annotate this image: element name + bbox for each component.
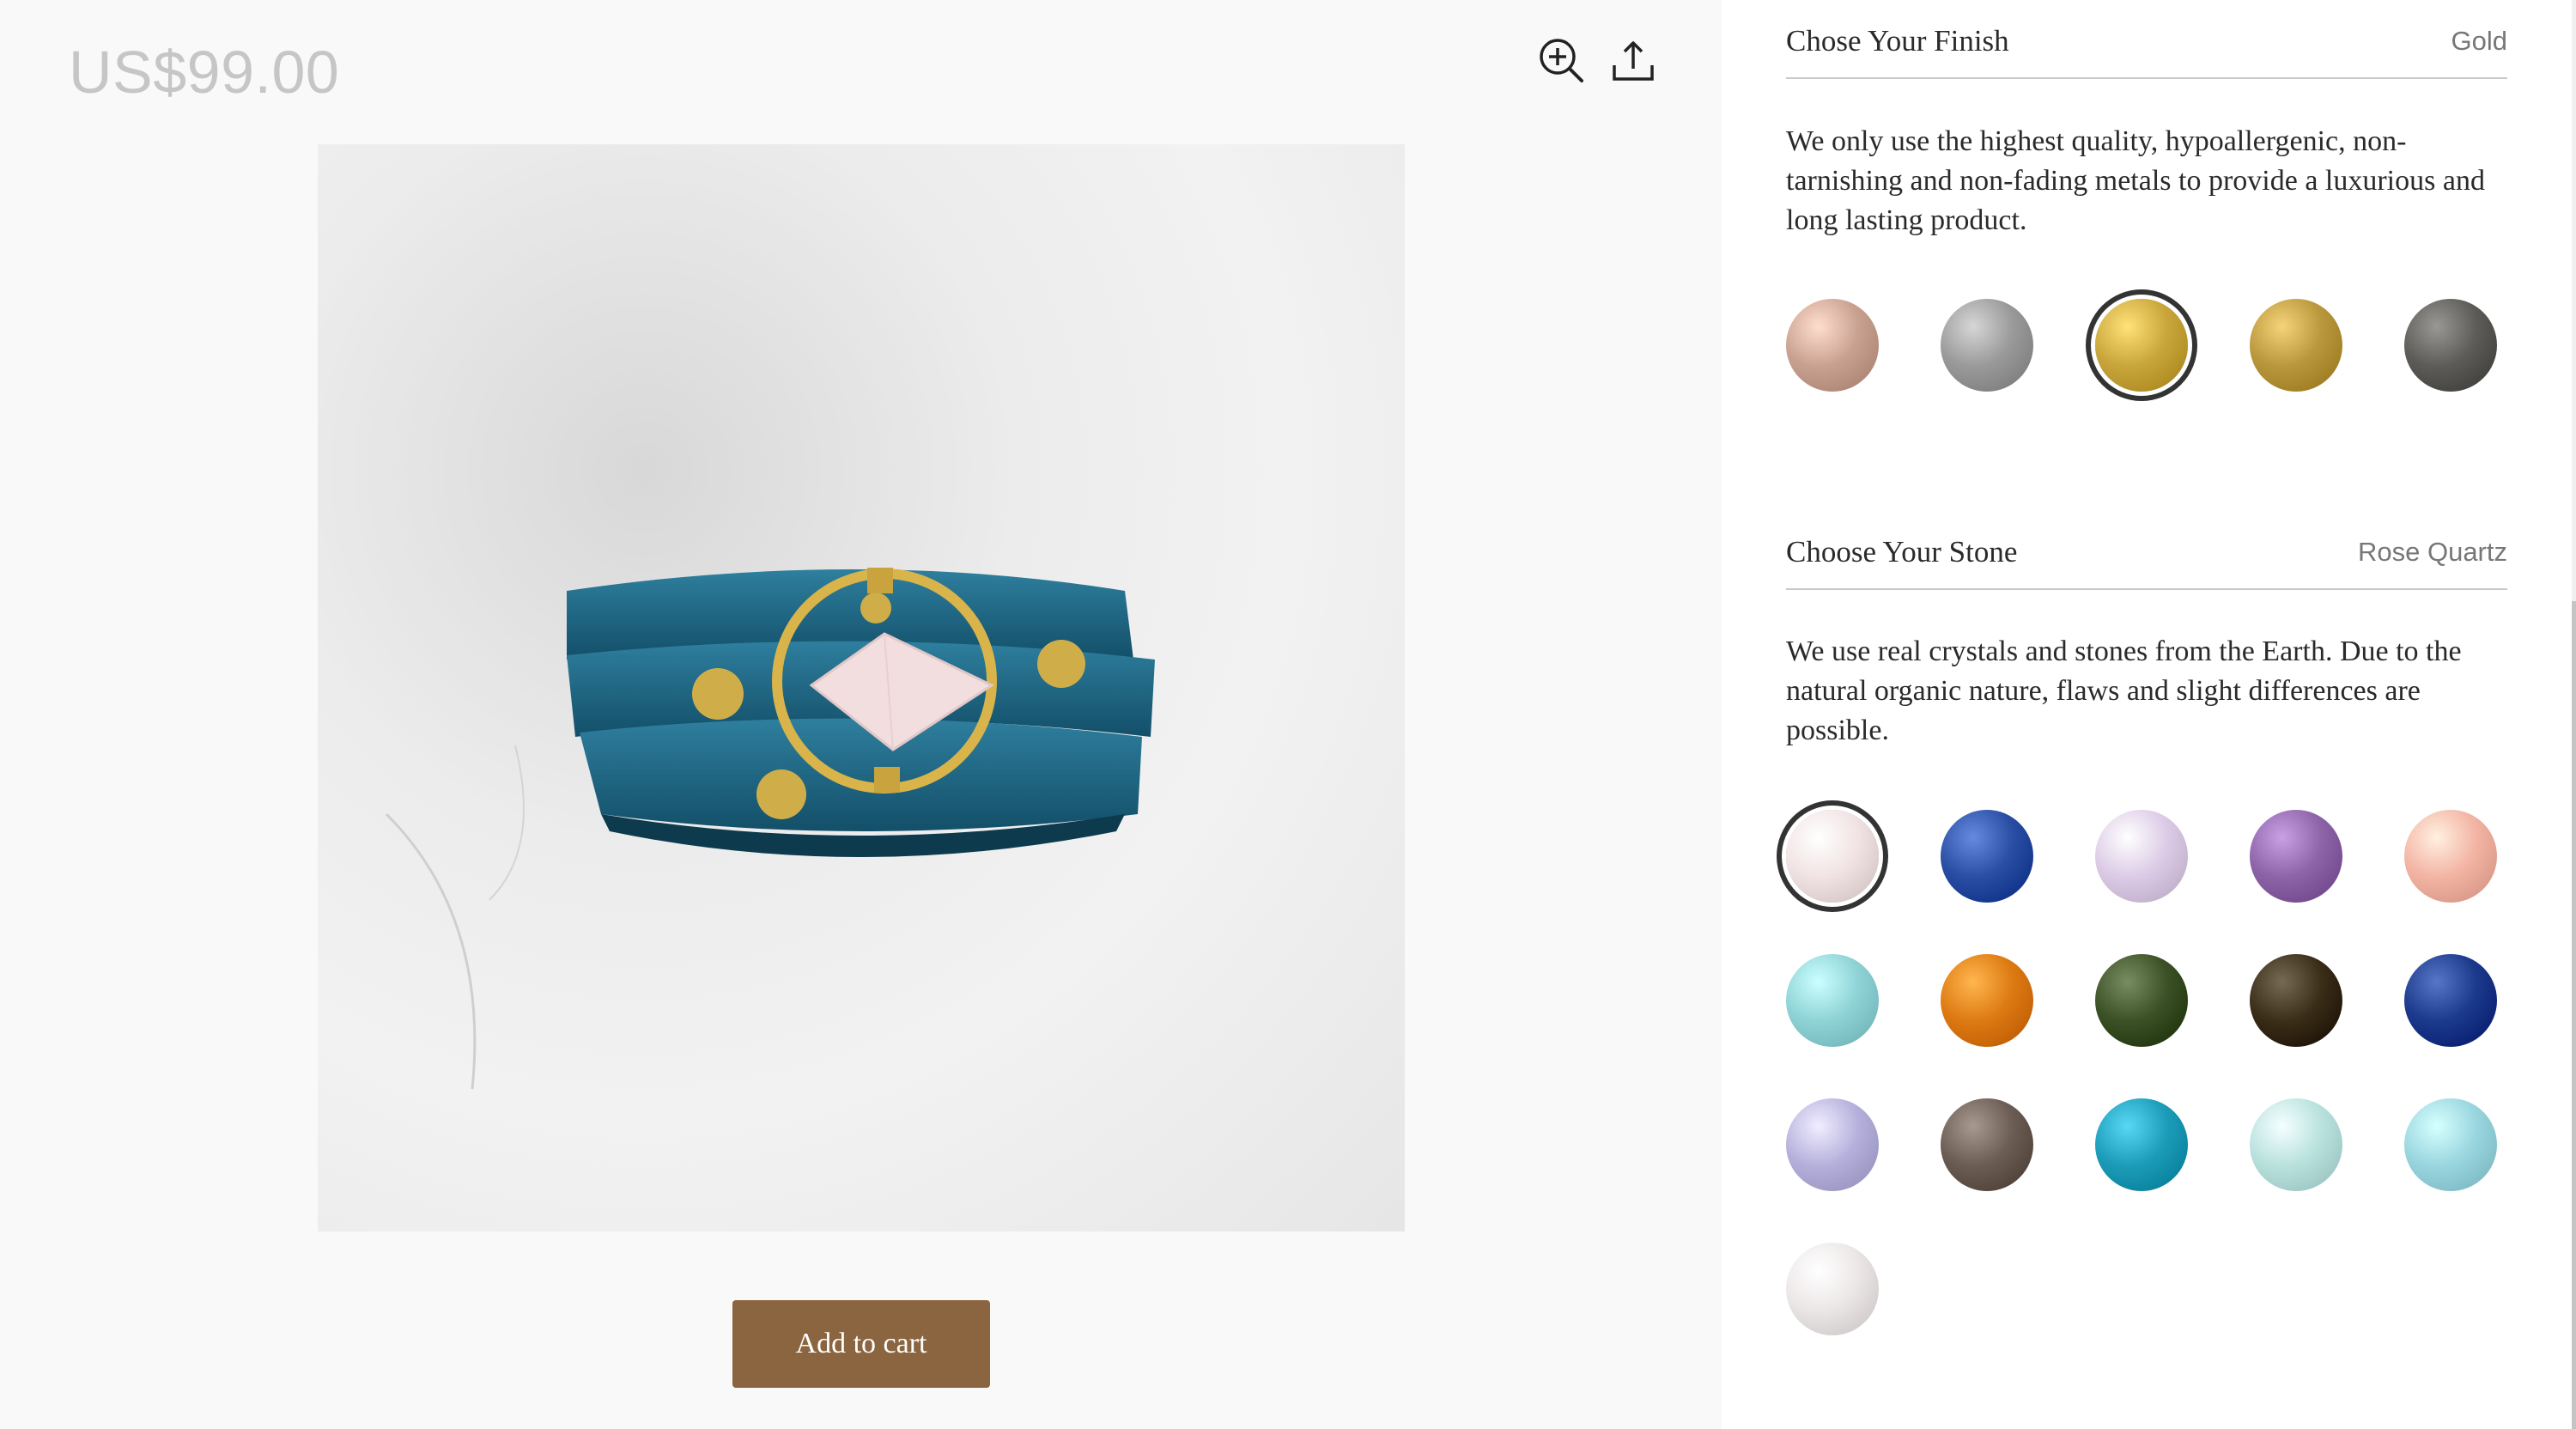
stone-title: Choose Your Stone: [1786, 535, 2018, 569]
finish-swatch[interactable]: [2404, 299, 2497, 392]
stone-swatch[interactable]: [2250, 810, 2342, 903]
stone-selected-value: Rose Quartz: [2357, 537, 2507, 567]
stone-swatch[interactable]: [1941, 954, 2033, 1047]
stone-swatch[interactable]: [2250, 1098, 2342, 1191]
finish-swatch[interactable]: [1786, 299, 1879, 392]
share-button[interactable]: [1607, 36, 1659, 88]
stone-swatch[interactable]: [1786, 1243, 1879, 1335]
stone-swatch[interactable]: [2095, 810, 2188, 903]
zoom-in-icon: [1540, 39, 1583, 82]
bracelet-illustration: [385, 568, 1155, 1090]
stone-swatch[interactable]: [2250, 954, 2342, 1047]
finish-swatch[interactable]: [1941, 299, 2033, 392]
add-to-cart-button[interactable]: Add to cart: [732, 1300, 990, 1388]
product-image[interactable]: [318, 144, 1405, 1231]
product-gallery-panel: US$99.00 Add to cart: [0, 0, 1722, 1429]
stone-swatch[interactable]: [1941, 810, 2033, 903]
product-options-panel: Chose Your Finish Gold We only use the h…: [1722, 0, 2572, 1429]
finish-swatch[interactable]: [2095, 299, 2188, 392]
stone-swatch[interactable]: [1786, 810, 1879, 903]
stone-swatch[interactable]: [2404, 1098, 2497, 1191]
finish-section-header: Chose Your Finish Gold: [1786, 0, 2507, 79]
stone-swatch[interactable]: [2404, 810, 2497, 903]
stone-description: We use real crystals and stones from the…: [1786, 635, 2462, 746]
product-price: US$99.00: [69, 39, 340, 106]
stone-swatch[interactable]: [1786, 1098, 1879, 1191]
finish-description: We only use the highest quality, hypoall…: [1786, 125, 2485, 236]
finish-selected-value: Gold: [2451, 26, 2507, 56]
scrollbar-thumb[interactable]: [2572, 601, 2576, 1429]
stone-swatch[interactable]: [1941, 1098, 2033, 1191]
zoom-button[interactable]: [1537, 36, 1589, 88]
stone-swatch[interactable]: [2404, 954, 2497, 1047]
finish-swatch[interactable]: [2250, 299, 2342, 392]
stone-swatch[interactable]: [2095, 954, 2188, 1047]
finish-title: Chose Your Finish: [1786, 24, 2009, 58]
stone-swatch[interactable]: [2095, 1098, 2188, 1191]
share-upload-icon: [1613, 41, 1654, 81]
stone-section-header: Choose Your Stone Rose Quartz: [1786, 511, 2507, 590]
stone-swatch[interactable]: [1786, 954, 1879, 1047]
